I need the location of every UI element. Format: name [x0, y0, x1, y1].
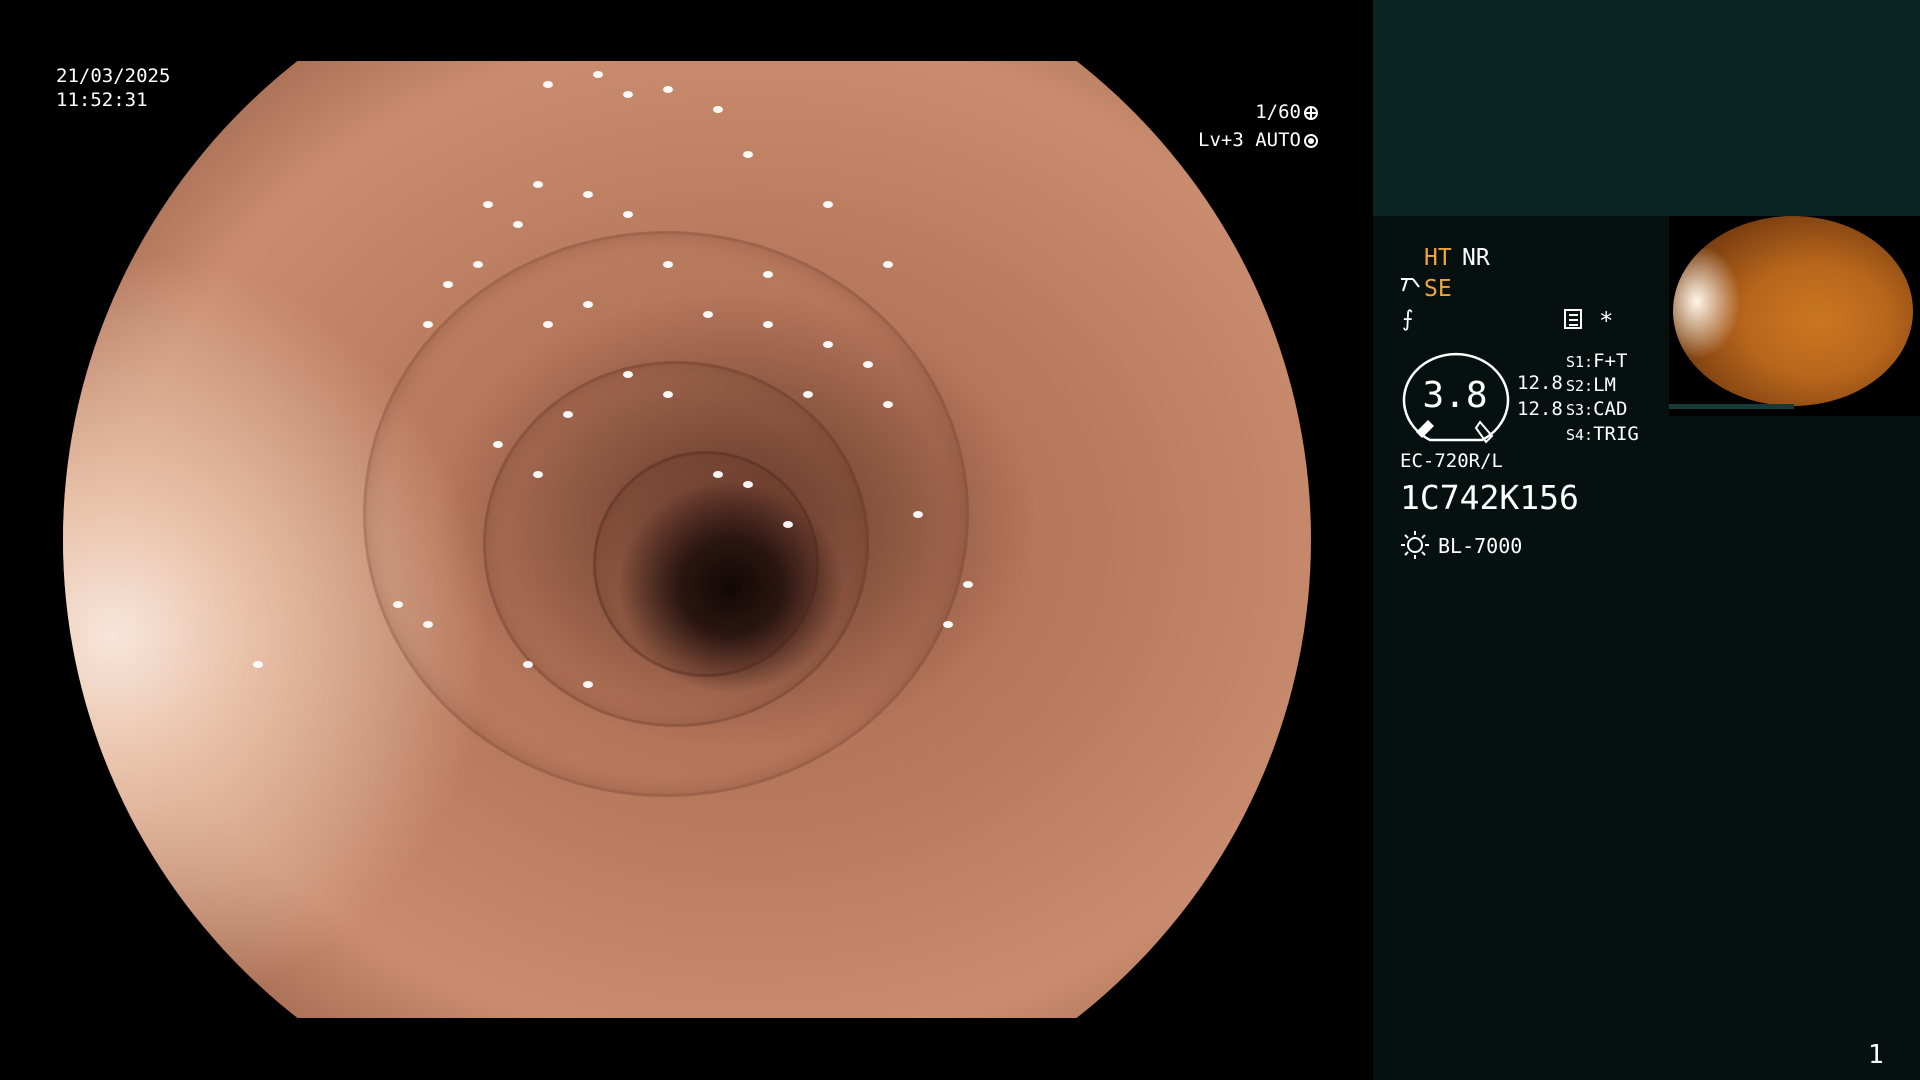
switch-row-s4: S4:TRIG	[1566, 423, 1639, 446]
shutter-speed: 1/60	[1255, 100, 1318, 124]
specular-highlight	[393, 601, 403, 608]
specular-highlight	[523, 661, 533, 668]
specular-highlight	[513, 221, 523, 228]
specular-highlight	[883, 401, 893, 408]
switch-key: S4:	[1566, 426, 1594, 444]
specular-highlight	[543, 321, 553, 328]
specular-highlight	[823, 341, 833, 348]
specular-highlight	[783, 521, 793, 528]
se-label: SE	[1424, 276, 1452, 302]
specular-highlight	[543, 81, 553, 88]
switch-key: S3:	[1566, 401, 1594, 419]
gauge-value: 3.8	[1422, 375, 1488, 416]
endoscope-view	[63, 61, 1311, 1018]
specular-highlight	[883, 261, 893, 268]
panel-header-area	[1373, 0, 1920, 216]
specular-highlight	[563, 411, 573, 418]
specular-highlight	[473, 261, 483, 268]
specular-highlight	[493, 441, 503, 448]
specular-highlight	[943, 621, 953, 628]
specular-highlight	[623, 91, 633, 98]
switch-value: TRIG	[1593, 423, 1639, 445]
scope-model: EC-720R/L	[1400, 450, 1503, 472]
specular-highlight	[423, 321, 433, 328]
specular-highlight	[713, 471, 723, 478]
mucosal-fold-inner	[593, 451, 819, 677]
specular-highlight	[703, 311, 713, 318]
shutter-icon	[1304, 106, 1318, 120]
light-source-label: BL-7000	[1438, 534, 1523, 558]
specular-highlight	[713, 106, 723, 113]
date-stamp: 21/03/2025	[56, 65, 171, 87]
specular-highlight	[803, 391, 813, 398]
thumbnail-bar-segment	[1669, 404, 1794, 409]
specular-highlight	[743, 151, 753, 158]
switch-row-s1: S1:F+T	[1566, 350, 1627, 373]
specular-highlight	[663, 261, 673, 268]
se-icon	[1401, 278, 1420, 292]
value-a: 12.8	[1517, 372, 1563, 394]
specular-highlight	[763, 321, 773, 328]
specular-highlight	[823, 201, 833, 208]
specular-highlight	[533, 181, 543, 188]
asterisk-icon: *	[1599, 307, 1614, 335]
specular-highlight	[743, 481, 753, 488]
time-stamp: 11:52:31	[56, 89, 148, 111]
specular-highlight	[483, 201, 493, 208]
specular-highlight	[663, 86, 673, 93]
switch-key: S2:	[1566, 377, 1594, 395]
thumbnail-preview[interactable]	[1669, 216, 1920, 416]
scope-serial: 1C742K156	[1400, 478, 1579, 517]
switch-value: CAD	[1593, 398, 1628, 420]
page-number: 1	[1868, 1040, 1884, 1070]
f-icon: ⨍	[1402, 307, 1414, 332]
light-source-icon	[1401, 531, 1429, 559]
switch-value: LM	[1593, 374, 1616, 396]
specular-highlight	[863, 361, 873, 368]
specular-highlight	[593, 71, 603, 78]
switch-key: S1:	[1566, 353, 1594, 371]
specular-highlight	[583, 191, 593, 198]
specular-highlight	[663, 391, 673, 398]
shutter-speed-text: 1/60	[1255, 101, 1301, 123]
switch-value: F+T	[1593, 350, 1628, 372]
specular-highlight	[913, 511, 923, 518]
nr-label: NR	[1462, 245, 1490, 271]
specular-highlight	[623, 211, 633, 218]
specular-highlight	[583, 301, 593, 308]
specular-highlight	[963, 581, 973, 588]
specular-highlight	[443, 281, 453, 288]
specular-highlight	[763, 271, 773, 278]
specular-highlight	[623, 371, 633, 378]
switch-row-s2: S2:LM	[1566, 374, 1616, 397]
auto-iris-icon	[1304, 134, 1318, 148]
brightness-level-text: Lv+3 AUTO	[1198, 129, 1301, 151]
menu-icon	[1564, 309, 1582, 329]
switch-row-s3: S3:CAD	[1566, 398, 1627, 421]
brightness-level: Lv+3 AUTO	[1198, 128, 1318, 152]
specular-highlight	[533, 471, 543, 478]
ht-label: HT	[1424, 245, 1452, 271]
thumbnail-image	[1673, 216, 1913, 406]
value-b: 12.8	[1517, 398, 1563, 420]
specular-highlight	[423, 621, 433, 628]
specular-highlight	[583, 681, 593, 688]
specular-highlight	[253, 661, 263, 668]
